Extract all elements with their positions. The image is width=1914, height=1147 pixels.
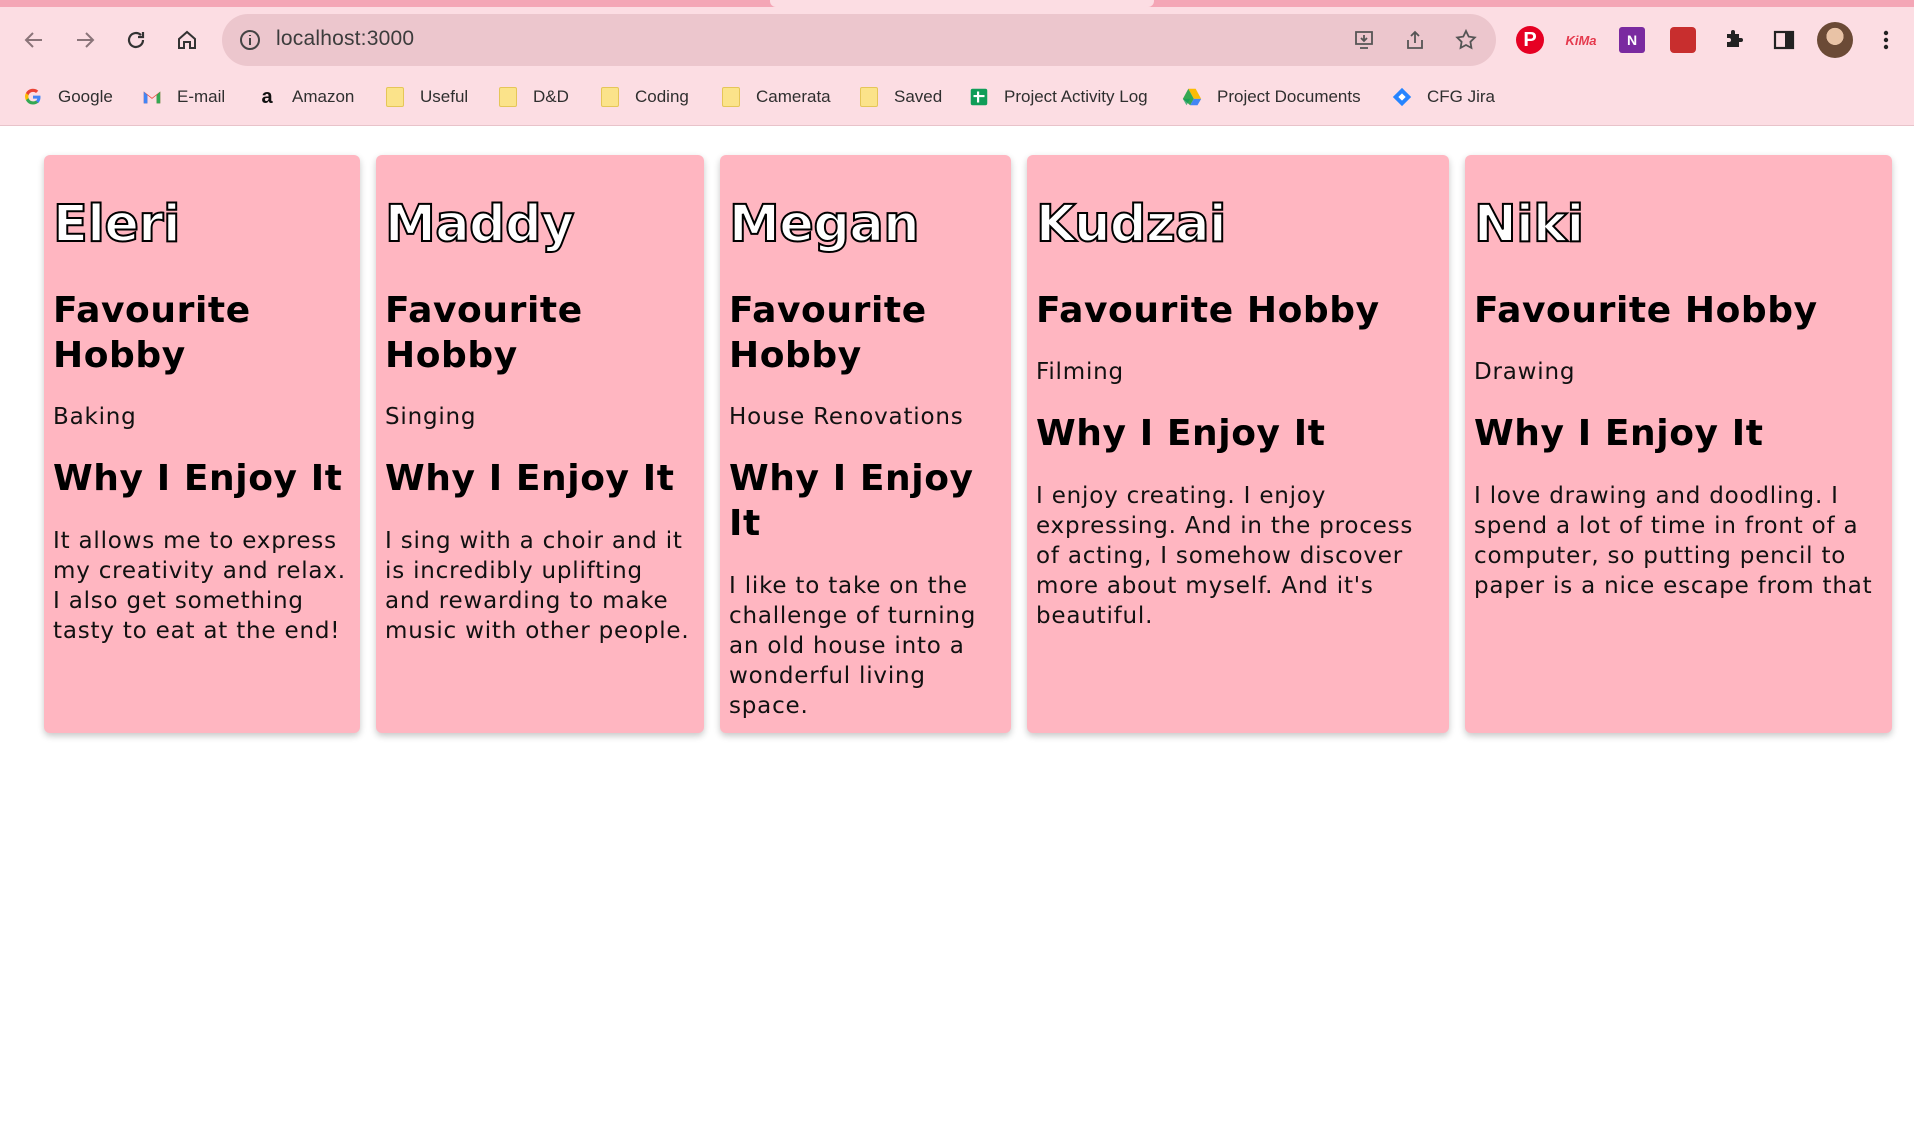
bookmark-label: CFG Jira [1427, 87, 1495, 106]
hobby-text: Filming [1036, 359, 1124, 385]
game-extension-icon[interactable] [1667, 24, 1699, 56]
address-bar[interactable]: localhost:3000 [222, 14, 1496, 66]
why-heading: Why I Enjoy It [53, 458, 343, 499]
bookmark-google[interactable]: Google [22, 80, 113, 114]
tab-strip [0, 0, 1914, 7]
star-icon[interactable] [1452, 26, 1480, 54]
kiwi-extension-icon[interactable]: KiMa [1565, 24, 1597, 56]
bookmark-coding[interactable]: Coding [599, 80, 689, 114]
active-tab[interactable] [770, 0, 1154, 7]
folder-icon [599, 86, 621, 108]
home-icon[interactable] [167, 20, 207, 60]
card-kudzai: Kudzai Favourite Hobby Filming Why I Enj… [1027, 155, 1449, 733]
bookmark-label: Coding [635, 87, 689, 106]
card-name: Eleri [52, 195, 182, 254]
bookmark-label: Camerata [756, 87, 831, 106]
back-arrow-icon[interactable] [14, 20, 54, 60]
reason-text: I love drawing and doodling. I spend a l… [1474, 483, 1873, 599]
bookmark-project-activity-log[interactable]: Project Activity Log [968, 80, 1148, 114]
browser-toolbar: localhost:3000 P KiMa N [0, 12, 1914, 68]
pinterest-extension-icon[interactable]: P [1514, 24, 1546, 56]
favourite-hobby-heading: Favourite Hobby [385, 290, 583, 376]
reason-text: It allows me to express my creativity an… [53, 528, 346, 644]
card-name: Megan [728, 195, 921, 254]
google-icon [22, 86, 44, 108]
why-heading: Why I Enjoy It [1036, 413, 1326, 454]
more-vert-icon[interactable] [1870, 24, 1902, 56]
bookmark-camerata[interactable]: Camerata [720, 80, 831, 114]
bookmark-label: Project Documents [1217, 87, 1361, 106]
reason-text: I like to take on the challenge of turni… [729, 573, 977, 719]
bookmark-saved[interactable]: Saved [858, 80, 942, 114]
why-heading: Why I Enjoy It [729, 458, 974, 544]
bookmark-label: Project Activity Log [1004, 87, 1148, 106]
share-icon[interactable] [1401, 26, 1429, 54]
bookmark-project-documents[interactable]: Project Documents [1181, 80, 1361, 114]
card-name: Maddy [384, 195, 575, 254]
bookmark-label: D&D [533, 87, 569, 106]
folder-icon [858, 86, 880, 108]
bookmark-label: Saved [894, 87, 943, 106]
jira-icon [1391, 86, 1413, 108]
url-text[interactable]: localhost:3000 [276, 27, 414, 51]
bookmark-dnd[interactable]: D&D [497, 80, 569, 114]
gmail-icon [141, 86, 163, 108]
browser-chrome: localhost:3000 P KiMa N Google E-mail a … [0, 0, 1914, 126]
reload-icon[interactable] [116, 20, 156, 60]
folder-icon [384, 86, 406, 108]
card-megan: Megan Favourite Hobby House Renovations … [720, 155, 1011, 733]
drive-icon [1181, 86, 1203, 108]
hobby-text: House Renovations [729, 404, 964, 430]
bookmark-label: E-mail [177, 87, 226, 106]
extensions-puzzle-icon[interactable] [1718, 24, 1750, 56]
folder-icon [720, 86, 742, 108]
bookmark-useful[interactable]: Useful [384, 80, 468, 114]
bookmark-label: Google [58, 87, 113, 106]
bookmark-label: Amazon [292, 87, 355, 106]
favourite-hobby-heading: Favourite Hobby [729, 290, 927, 376]
why-heading: Why I Enjoy It [385, 458, 675, 499]
install-icon[interactable] [1350, 26, 1378, 54]
info-icon[interactable] [238, 28, 262, 52]
reason-text: I enjoy creating. I enjoy expressing. An… [1036, 483, 1414, 629]
hobby-text: Singing [385, 404, 477, 430]
favourite-hobby-heading: Favourite Hobby [1474, 290, 1818, 331]
hobby-text: Baking [53, 404, 137, 430]
card-eleri: Eleri Favourite Hobby Baking Why I Enjoy… [44, 155, 360, 733]
favourite-hobby-heading: Favourite Hobby [1036, 290, 1380, 331]
onenote-extension-icon[interactable]: N [1616, 24, 1648, 56]
card-niki: Niki Favourite Hobby Drawing Why I Enjoy… [1465, 155, 1892, 733]
bookmark-amazon[interactable]: a Amazon [256, 80, 354, 114]
side-panel-icon[interactable] [1768, 24, 1800, 56]
card-name: Niki [1473, 195, 1585, 254]
why-heading: Why I Enjoy It [1474, 413, 1764, 454]
forward-arrow-icon[interactable] [65, 20, 105, 60]
amazon-icon: a [261, 85, 273, 108]
bookmark-cfg-jira[interactable]: CFG Jira [1391, 80, 1495, 114]
card-maddy: Maddy Favourite Hobby Singing Why I Enjo… [376, 155, 704, 733]
favourite-hobby-heading: Favourite Hobby [53, 290, 251, 376]
sheets-icon [968, 86, 990, 108]
reason-text: I sing with a choir and it is incredibly… [385, 528, 690, 644]
folder-icon [497, 86, 519, 108]
bookmark-email[interactable]: E-mail [141, 80, 225, 114]
profile-avatar[interactable] [1817, 22, 1853, 58]
bookmark-label: Useful [420, 87, 469, 106]
card-name: Kudzai [1035, 195, 1228, 254]
hobby-text: Drawing [1474, 359, 1576, 385]
bookmarks-bar: Google E-mail a Amazon Useful D&D Coding… [0, 80, 1914, 114]
